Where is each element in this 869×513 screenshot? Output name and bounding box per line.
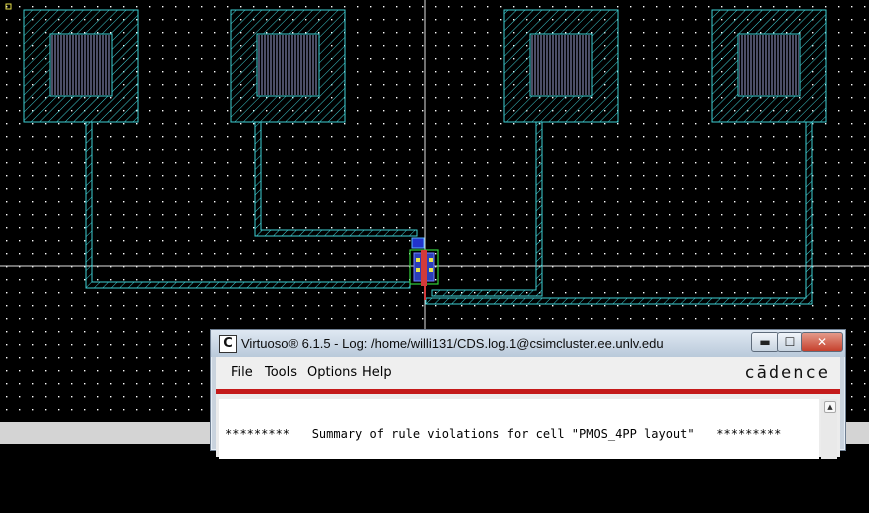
- bond-pad-1: [23, 9, 139, 123]
- bottom-strip-left: [0, 422, 210, 444]
- window-title: Virtuoso® 6.1.5 - Log: /home/willi131/CD…: [241, 336, 664, 351]
- log-window[interactable]: C Virtuoso® 6.1.5 - Log: /home/willi131/…: [210, 329, 846, 484]
- title-bar[interactable]: C Virtuoso® 6.1.5 - Log: /home/willi131/…: [211, 330, 845, 357]
- maximize-button[interactable]: ☐: [777, 332, 803, 352]
- accent-bar: [216, 389, 840, 394]
- virtuoso-app-icon: C: [219, 335, 237, 353]
- cadence-logo: cādence: [744, 363, 830, 383]
- log-output[interactable]: ********* Summary of rule violations for…: [219, 399, 819, 484]
- bond-pad-2: [230, 9, 346, 123]
- menu-options[interactable]: Options: [307, 365, 357, 380]
- menu-tools[interactable]: Tools: [265, 365, 297, 380]
- menu-file[interactable]: File: [231, 365, 253, 380]
- log-line: Total errors found: 0: [225, 470, 399, 484]
- menu-bar: File Tools Options Help cādence: [216, 357, 840, 389]
- log-line: ********* Summary of rule violations for…: [225, 427, 782, 441]
- bond-pad-4: [711, 9, 827, 123]
- bond-pad-3: [503, 9, 619, 123]
- menu-help[interactable]: Help: [362, 365, 392, 380]
- window-content: File Tools Options Help cādence ********…: [216, 357, 840, 484]
- scroll-up-icon[interactable]: ▲: [824, 401, 836, 413]
- bottom-strip-right: [844, 422, 869, 444]
- close-button[interactable]: ✕: [801, 332, 843, 352]
- minimize-button[interactable]: ▬: [751, 332, 779, 352]
- log-scrollbar[interactable]: ▲: [821, 399, 837, 459]
